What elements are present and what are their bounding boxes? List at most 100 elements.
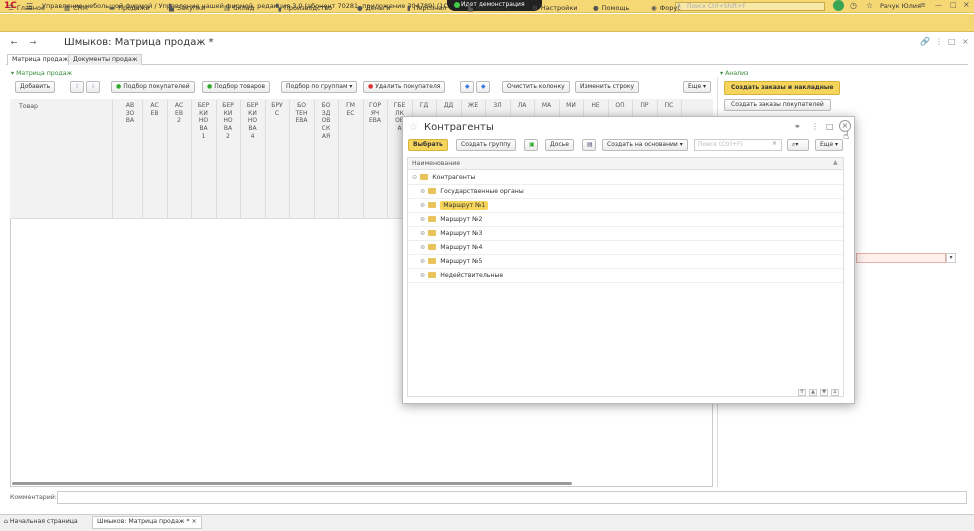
section-settings[interactable]: ⚙ Настройки — [532, 4, 578, 12]
page-up-icon[interactable]: ▲ — [809, 389, 817, 396]
sort-icon[interactable]: ▲ — [833, 159, 838, 166]
expand-icon[interactable]: ⊕ — [420, 202, 425, 209]
more-vert-icon[interactable]: ⋮ — [811, 122, 819, 131]
minimize-icon[interactable]: — — [935, 1, 942, 9]
column-header[interactable]: БЕРКИНОВА 2 — [222, 102, 234, 141]
dialog-search-input[interactable]: Поиск (Ctrl+F) — [694, 139, 782, 151]
move-down-button[interactable]: ⇩ — [86, 81, 100, 93]
group-sales-matrix[interactable]: ▾ Матрица продаж — [11, 70, 72, 77]
column-header[interactable]: БОЗДОВСКАЯ — [320, 102, 332, 141]
maximize-icon[interactable]: □ — [950, 1, 957, 9]
list-item[interactable]: ⊕ Маршрут №4 — [408, 241, 843, 255]
expand-icon[interactable]: ⊕ — [420, 216, 425, 223]
global-search-input[interactable]: Поиск Ctrl+Shift+F — [675, 2, 825, 11]
close-icon[interactable]: × — [963, 0, 970, 9]
link-icon[interactable]: ⚭ — [794, 122, 801, 131]
list-item[interactable]: ⊖ Контрагенты — [408, 171, 843, 185]
expand-icon[interactable]: ⊕ — [420, 230, 425, 237]
column-header[interactable]: АСЕВ — [149, 102, 161, 117]
create-orders-button[interactable]: Создать заказы и накладные — [724, 81, 841, 95]
close-doc-icon[interactable]: × — [962, 37, 969, 46]
list-item[interactable]: ⊕ Маршрут №1 — [408, 199, 843, 213]
section-money[interactable]: ● Деньги — [357, 4, 390, 12]
column-header-goods[interactable]: Товар — [19, 103, 38, 110]
column-header[interactable]: НЕ — [590, 102, 602, 110]
expand-icon[interactable]: ⊕ — [420, 258, 425, 265]
diamond-right-button[interactable]: ◆ — [476, 81, 490, 93]
section-purchases[interactable]: ▙ Закупки — [169, 4, 205, 12]
column-header[interactable]: ЗЛ — [492, 102, 504, 110]
column-header[interactable]: АВЗОВА — [124, 102, 136, 125]
select-button[interactable]: Выбрать — [408, 139, 448, 151]
favorite-icon[interactable]: ☆ — [866, 1, 873, 10]
diamond-left-button[interactable]: ◆ — [460, 81, 474, 93]
list-item[interactable]: ⊕ Недействительные — [408, 269, 843, 283]
expand-icon[interactable]: ⊖ — [412, 174, 417, 181]
forward-button[interactable]: → — [27, 38, 39, 48]
column-header[interactable]: ГД — [418, 102, 430, 110]
column-header[interactable]: ПР — [639, 102, 651, 110]
column-header[interactable]: ГМЕС — [345, 102, 357, 117]
column-header[interactable]: ДД — [443, 102, 455, 110]
report-button[interactable]: ▤ — [582, 139, 596, 151]
section-production[interactable]: ▚ Производство — [276, 4, 332, 12]
move-up-button[interactable]: ⇧ — [70, 81, 84, 93]
column-header[interactable]: БОТЕНЕВА — [296, 102, 308, 125]
home-tab[interactable]: ⌂ Начальная страница — [4, 518, 78, 525]
pick-groups-button[interactable]: Подбор по группам ▾ — [281, 81, 358, 93]
change-row-button[interactable]: Изменить строку — [575, 81, 640, 93]
back-button[interactable]: ← — [8, 38, 20, 48]
section-main[interactable]: ☰ Главное — [8, 4, 45, 12]
column-header[interactable]: ПС — [663, 102, 675, 110]
column-header[interactable]: БРУС — [271, 102, 283, 117]
doc-tab[interactable]: Шмыков: Матрица продаж * × — [92, 516, 202, 529]
create-buyer-orders-button[interactable]: Создать заказы покупателей — [724, 99, 831, 111]
page-down-icon[interactable]: ▼ — [820, 389, 828, 396]
column-header[interactable]: БЕРКИНОВА 4 — [247, 102, 259, 141]
delete-buyer-button[interactable]: ● Удалить покупателя — [363, 81, 446, 93]
column-header[interactable]: МА — [541, 102, 553, 110]
status-icon[interactable] — [833, 0, 844, 11]
section-sales[interactable]: ▬ Продажи — [109, 4, 150, 12]
favorite-icon[interactable]: ☆ — [409, 122, 418, 133]
create-group-button[interactable]: Создать группу — [456, 139, 516, 151]
page-last-icon[interactable]: ⇊ — [831, 389, 839, 396]
copy-button[interactable]: ▣ — [524, 139, 538, 151]
tab-sales-documents[interactable]: Документы продаж — [68, 54, 143, 65]
section-forum[interactable]: ◉ Форус — [651, 4, 681, 12]
column-header[interactable]: ЖЕ — [467, 102, 479, 110]
list-item[interactable]: ⊕ Маршрут №3 — [408, 227, 843, 241]
comment-input[interactable] — [57, 491, 967, 504]
tab-sales-matrix[interactable]: Матрица продаж — [7, 54, 74, 65]
column-header[interactable]: МИ — [565, 102, 577, 110]
create-based-button[interactable]: Создать на основании ▾ — [602, 139, 688, 151]
pick-buyers-button[interactable]: ● Подбор покупателей — [111, 81, 195, 93]
section-crm[interactable]: ▦ CRM — [64, 4, 88, 12]
pick-goods-button[interactable]: ● Подбор товаров — [202, 81, 271, 93]
analysis-field[interactable] — [856, 253, 946, 263]
list-item[interactable]: ⊕ Маршрут №2 — [408, 213, 843, 227]
clear-column-button[interactable]: Очистить колонку — [502, 81, 570, 93]
list-item[interactable]: ⊕ Маршрут №5 — [408, 255, 843, 269]
link-icon[interactable]: 🔗 — [920, 37, 930, 46]
more-vert-icon[interactable]: ⋮ — [935, 37, 943, 46]
column-header[interactable]: БЕРКИНОВА 1 — [198, 102, 210, 141]
user-name[interactable]: Рачук Юлия — [880, 2, 921, 10]
list-item[interactable]: ⊕ Государственные органы — [408, 185, 843, 199]
expand-icon[interactable]: □ — [948, 37, 956, 46]
column-header[interactable]: ГОРЯЧЕВА — [369, 102, 381, 125]
column-header[interactable]: ОП — [614, 102, 626, 110]
column-header-name[interactable]: Наименование — [408, 158, 843, 170]
add-button[interactable]: Добавить — [15, 81, 56, 93]
dialog-more-button[interactable]: Еще ▾ — [815, 139, 844, 151]
column-header[interactable]: АСЕВ 2 — [173, 102, 185, 125]
section-company[interactable]: ▙ Компания — [468, 4, 510, 12]
dropdown-icon[interactable]: ▾ — [946, 253, 956, 263]
page-first-icon[interactable]: ⇈ — [798, 389, 806, 396]
more-button[interactable]: Еще ▾ — [683, 81, 712, 93]
clear-search-icon[interactable]: × — [772, 140, 777, 147]
dossier-button[interactable]: Досье — [545, 139, 574, 151]
search-options-button[interactable]: ⌕▾ — [787, 139, 809, 151]
expand-icon[interactable]: ⊕ — [420, 244, 425, 251]
horizontal-scrollbar[interactable] — [12, 482, 572, 485]
